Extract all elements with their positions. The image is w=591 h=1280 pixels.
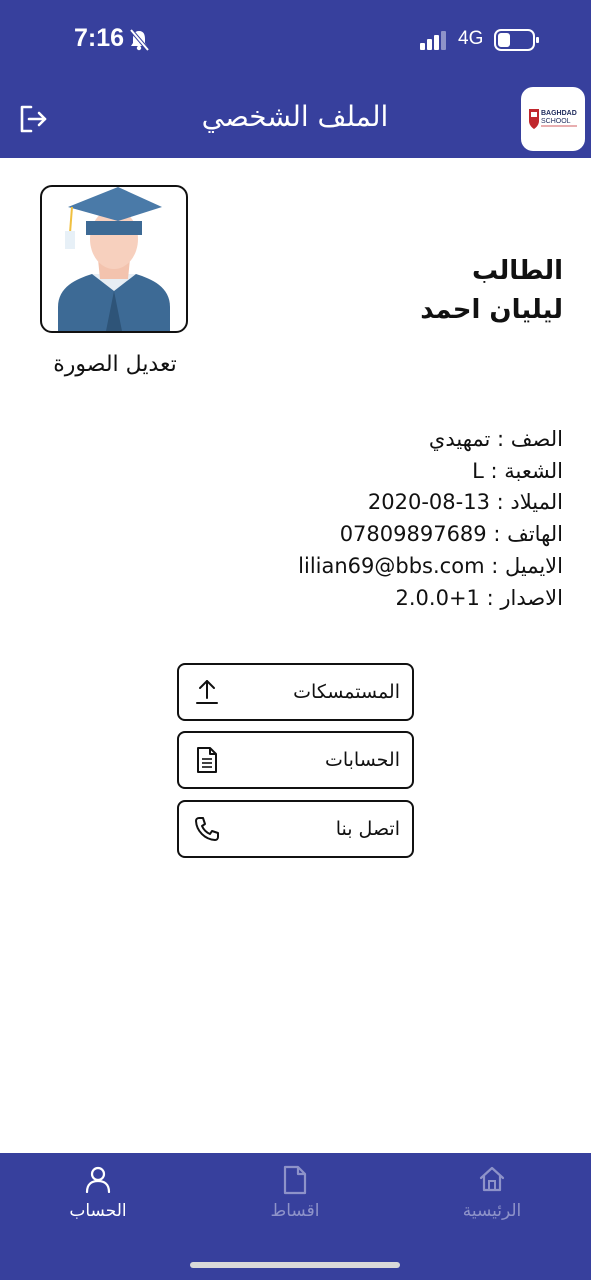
nav-home-label: الرئيسية <box>462 1201 522 1221</box>
documents-button[interactable]: المستمسكات <box>177 663 414 721</box>
documents-button-label: المستمسكات <box>293 681 400 703</box>
info-grade: الصف : تمهيدي <box>428 427 563 451</box>
user-icon <box>84 1165 112 1197</box>
info-phone: الهاتف : 07809897689 <box>339 522 563 546</box>
logout-icon[interactable] <box>18 104 48 138</box>
school-logo: BAGHDAD SCHOOL <box>521 87 585 151</box>
network-type: 4G <box>458 28 484 49</box>
nav-home[interactable]: الرئيسية <box>432 1153 552 1233</box>
signal-icon <box>420 30 450 54</box>
file-icon <box>281 1165 309 1199</box>
info-section: الشعبة : L <box>472 459 563 483</box>
upload-icon <box>193 678 221 710</box>
student-name: ليليان احمد <box>420 295 563 325</box>
edit-photo-link[interactable]: تعديل الصورة <box>30 352 200 377</box>
info-birth: الميلاد : 13-08-2020 <box>367 490 563 514</box>
nav-account-label: الحساب <box>69 1201 127 1221</box>
contact-button[interactable]: اتصل بنا <box>177 800 414 858</box>
student-role: الطالب <box>471 256 563 286</box>
svg-text:BAGHDAD: BAGHDAD <box>541 110 577 117</box>
battery-icon <box>494 28 540 56</box>
info-email: الايميل : lilian69@bbs.com <box>298 554 563 578</box>
bell-slash-icon <box>128 28 150 56</box>
nav-installments[interactable]: اقساط <box>235 1153 355 1233</box>
home-icon <box>478 1165 506 1197</box>
svg-text:SCHOOL: SCHOOL <box>541 118 571 125</box>
accounts-button-label: الحسابات <box>324 749 400 771</box>
phone-icon <box>193 815 221 847</box>
bottom-nav: الحساب اقساط الرئيسية <box>0 1153 591 1280</box>
document-icon <box>193 746 221 778</box>
nav-installments-label: اقساط <box>270 1201 320 1221</box>
profile-avatar[interactable] <box>40 185 188 333</box>
accounts-button[interactable]: الحسابات <box>177 731 414 789</box>
home-indicator <box>190 1262 400 1268</box>
info-version: الاصدار : 1+2.0.0 <box>395 586 564 610</box>
contact-button-label: اتصل بنا <box>335 818 400 840</box>
nav-account[interactable]: الحساب <box>38 1153 158 1233</box>
status-time: 7:16 <box>74 24 125 52</box>
app-header: 7:16 4G الملف الشخصي BAGHDAD SCHOOL <box>0 0 591 158</box>
graduate-avatar <box>58 187 170 331</box>
page-title: الملف الشخصي <box>201 100 389 133</box>
